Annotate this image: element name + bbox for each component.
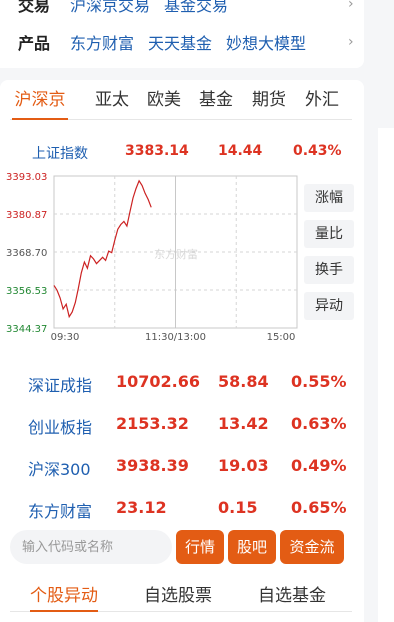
link-tiantian-fund[interactable]: 天天基金 [148,30,212,54]
index-name: 深证成指 [28,376,93,395]
product-row: 产品 东方财富 天天基金 妙想大模型 › [18,30,354,54]
y-tick-label: 3393.03 [6,172,47,183]
link-eastmoney[interactable]: 东方财富 [70,30,134,54]
y-tick-label: 3344.37 [6,324,47,335]
main-index-row[interactable]: 上证指数 3383.14 14.44 0.43% [0,140,364,164]
tab-hsj[interactable]: 沪深京 [12,88,68,120]
index-pct: 0.65% [291,498,347,517]
x-tick-label: 11:30/13:00 [145,332,206,343]
link-miaoxiang-model[interactable]: 妙想大模型 [226,30,306,54]
index-change: 19.03 [218,456,269,475]
index-value: 3938.39 [116,456,189,475]
main-index-name: 上证指数 [32,146,88,162]
y-tick-label: 3356.53 [6,286,47,297]
capital-flow-button[interactable]: 资金流 [280,530,344,564]
main-index-pct: 0.43% [293,143,342,159]
index-row-chinext[interactable]: 创业板指 2153.32 13.42 0.63% [0,412,364,438]
index-name: 创业板指 [28,418,93,437]
bottom-tabs: 个股异动 自选股票 自选基金 [10,578,352,612]
link-hsj-trade[interactable]: 沪深京交易 [70,0,150,16]
index-row-szse[interactable]: 深证成指 10702.66 58.84 0.55% [0,370,364,396]
index-row-eastmoney[interactable]: 东方财富 23.12 0.15 0.65% [0,496,364,522]
index-value: 23.12 [116,498,167,517]
right-column-panel [378,128,394,622]
right-column [366,0,394,622]
index-name: 东方财富 [28,502,93,521]
chevron-right-icon[interactable]: › [348,34,354,50]
x-tick-label: 15:00 [267,332,296,343]
tab-europe-america[interactable]: 欧美 [146,88,182,120]
market-tabs: 沪深京 亚太 欧美 基金 期货 外汇 [10,88,352,120]
sort-by-gain-button[interactable]: 涨幅 [304,184,354,212]
tab-stock-alerts[interactable]: 个股异动 [30,581,98,612]
index-pct: 0.55% [291,372,347,391]
x-tick-labels: 09:30 11:30/13:00 15:00 [51,332,296,343]
tab-watchlist-stocks[interactable]: 自选股票 [144,581,212,612]
index-pct: 0.49% [291,456,347,475]
stock-search-input[interactable] [10,530,172,564]
tab-fund[interactable]: 基金 [198,88,234,120]
x-tick-label: 09:30 [51,332,80,343]
index-name: 沪深300 [28,460,91,479]
trade-label: 交易 [18,0,51,15]
sort-by-turnover-button[interactable]: 换手 [304,256,354,284]
y-tick-label: 3380.87 [6,210,47,221]
tab-watchlist-funds[interactable]: 自选基金 [258,581,326,612]
tab-forex[interactable]: 外汇 [304,88,340,120]
guba-button[interactable]: 股吧 [228,530,276,564]
index-value: 10702.66 [116,372,201,391]
index-change: 0.15 [218,498,258,517]
index-change: 13.42 [218,414,269,433]
main-index-change: 14.44 [218,143,263,159]
chevron-right-icon[interactable]: › [348,0,354,12]
tab-asia-pacific[interactable]: 亚太 [94,88,130,120]
trade-row: 交易 沪深京交易 基金交易 › [18,0,354,16]
sort-by-unusual-button[interactable]: 异动 [304,292,354,320]
tab-futures[interactable]: 期货 [251,88,287,120]
index-value: 2153.32 [116,414,189,433]
main-index-value: 3383.14 [125,143,189,159]
index-change: 58.84 [218,372,269,391]
y-tick-labels: 3393.03 3380.87 3368.70 3356.53 3344.37 [6,172,47,335]
chart-watermark: 东方财富 [154,247,198,261]
sort-by-volume-ratio-button[interactable]: 量比 [304,220,354,248]
quotes-button[interactable]: 行情 [176,530,224,564]
link-fund-trade[interactable]: 基金交易 [164,0,228,16]
product-label: 产品 [18,34,51,53]
index-row-csi300[interactable]: 沪深300 3938.39 19.03 0.49% [0,454,364,480]
intraday-chart[interactable]: 东方财富 3393.03 3380.87 3368.70 3356.53 3344.37… [0,166,300,348]
top-links-card: 交易 沪深京交易 基金交易 › 产品 东方财富 天天基金 妙想大模型 › [0,0,364,68]
y-tick-label: 3368.70 [6,248,47,259]
index-pct: 0.63% [291,414,347,433]
